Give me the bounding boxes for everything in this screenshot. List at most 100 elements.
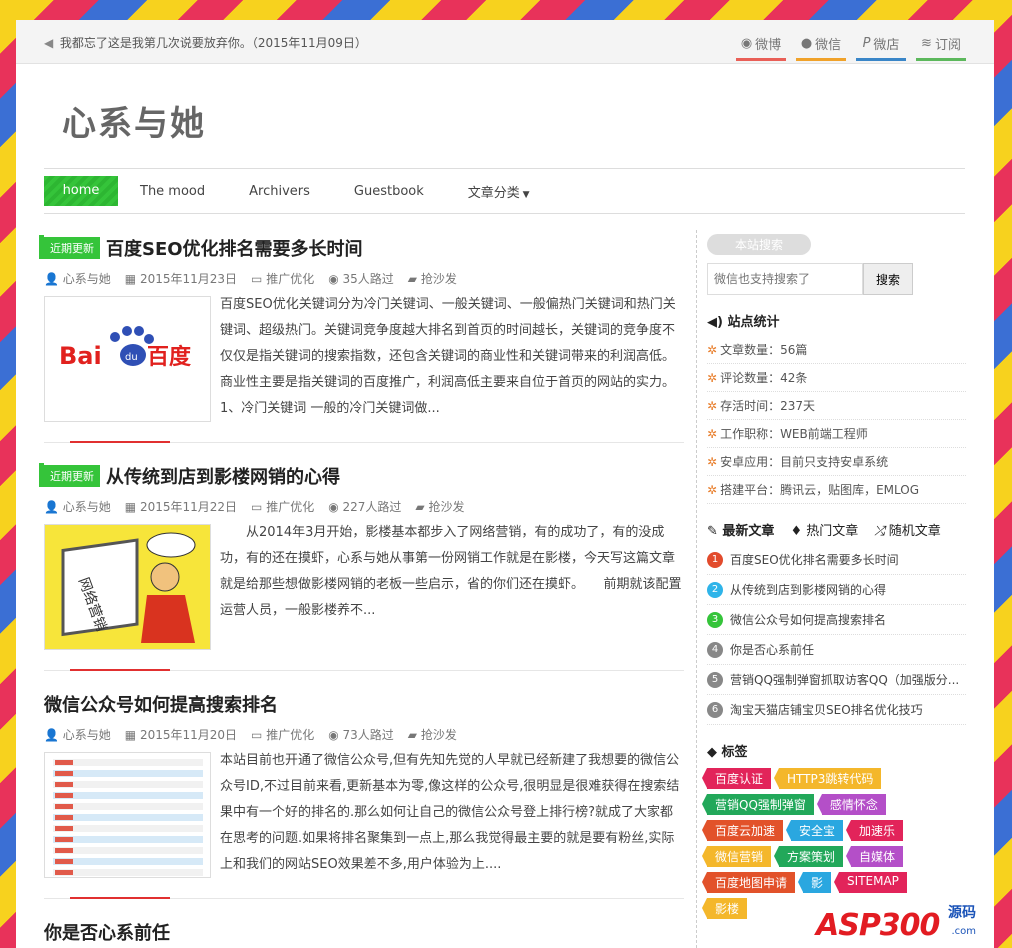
speaker-icon: ◀): [707, 315, 728, 330]
post-title[interactable]: 微信公众号如何提高搜索排名: [44, 691, 278, 717]
article-item[interactable]: 4 你是否心系前任: [707, 635, 966, 665]
meta-views-text: 73人路过: [342, 728, 394, 742]
wechat-ranking-thumbnail[interactable]: [44, 752, 211, 878]
nav-item-3[interactable]: Guestbook: [354, 184, 424, 199]
article-title[interactable]: 百度SEO优化排名需要多长时间: [730, 545, 966, 575]
tag-item[interactable]: 百度云加速: [701, 820, 784, 841]
tag-item[interactable]: 加速乐: [846, 820, 904, 841]
meta-date-text: 2015年11月20日: [139, 728, 238, 742]
social-link-0[interactable]: ◉ 微博: [736, 34, 786, 61]
search-button[interactable]: 搜索: [863, 263, 913, 295]
meta-category[interactable]: ▭ 推广优化: [251, 726, 314, 743]
stat-text: 工作职称：WEB前端工程师: [720, 427, 868, 441]
folder-icon: ▭: [251, 272, 267, 286]
meta-views: ◉ 35人路过: [328, 270, 394, 287]
search-input[interactable]: [707, 263, 863, 295]
p-icon: P: [862, 36, 871, 51]
stat-item: ✲ 安卓应用：目前只支持安卓系统: [707, 448, 966, 476]
calendar-icon: ▦: [124, 728, 140, 742]
eye-icon: ◉: [328, 272, 343, 286]
article-item[interactable]: 2 从传统到店到影楼网销的心得: [707, 575, 966, 605]
tab-0[interactable]: ✎ 最新文章: [707, 520, 774, 539]
article-item[interactable]: 5 营销QQ强制弹窗抓取访客QQ（加强版分...: [707, 665, 966, 695]
cartoon-thumbnail[interactable]: 网络营销: [44, 524, 211, 650]
meta-category[interactable]: ▭ 推广优化: [251, 270, 314, 287]
post-badge: 近期更新: [44, 465, 100, 487]
post: 近期更新 从传统到店到影楼网销的心得 👤 心系与她 ▦ 2015年11月22日 ▭ 推广…: [39, 458, 684, 686]
stat-item: ✲ 文章数量：56篇: [707, 336, 966, 364]
weibo-icon: ◉: [740, 36, 753, 51]
watermark-domain: .com: [951, 926, 976, 937]
post-title-text[interactable]: 你是否心系前任: [44, 919, 170, 945]
social-link-3[interactable]: ≋ 订阅: [916, 34, 966, 61]
tag-item[interactable]: 自媒体: [846, 846, 904, 867]
tag-item[interactable]: 营销QQ强制弹窗: [702, 794, 814, 815]
eye-icon: ◉: [328, 500, 343, 514]
meta-author: 👤 心系与她: [44, 726, 111, 743]
post-title-text[interactable]: 从传统到店到影楼网销的心得: [106, 463, 340, 489]
post-title[interactable]: 近期更新 百度SEO优化排名需要多长时间: [44, 235, 363, 261]
tag-item[interactable]: 百度地图申请: [701, 872, 796, 893]
nav-item-2[interactable]: Archivers: [249, 184, 310, 199]
tab-1[interactable]: ♦ 热门文章: [790, 520, 858, 539]
social-link-2[interactable]: P 微店: [856, 34, 906, 61]
post-title-text[interactable]: 微信公众号如何提高搜索排名: [44, 691, 278, 717]
meta-comment-text: 抢沙发: [420, 728, 457, 742]
stat-text: 评论数量：42条: [720, 371, 808, 385]
tag-item[interactable]: 百度认证: [701, 768, 772, 789]
meta-views: ◉ 227人路过: [328, 498, 401, 515]
social-link-1[interactable]: ● 微信: [796, 34, 846, 61]
social-label: 微信: [815, 38, 842, 53]
article-number: 1: [707, 551, 723, 568]
post-title-text[interactable]: 百度SEO优化排名需要多长时间: [106, 235, 363, 261]
user-icon: 👤: [44, 272, 63, 286]
post-title[interactable]: 近期更新 从传统到店到影楼网销的心得: [44, 463, 340, 489]
article-item[interactable]: 6 淘宝天猫店铺宝贝SEO排名优化技巧: [707, 695, 966, 725]
gear-icon: ✲: [707, 371, 718, 385]
post-separator: [44, 441, 684, 443]
tag-item[interactable]: 感情怀念: [816, 794, 886, 815]
svg-text:Bai: Bai: [59, 342, 102, 370]
nav-dropdown[interactable]: 文章分类 ▼: [468, 182, 530, 201]
nav-item-1[interactable]: The mood: [140, 184, 205, 199]
folder-icon: ▭: [251, 500, 267, 514]
shuffle-icon: ⤮: [874, 524, 889, 539]
tag-item[interactable]: 影: [798, 872, 832, 893]
baidu-logo-thumbnail[interactable]: Bai du 百度: [44, 296, 211, 422]
tag-item[interactable]: HTTP3跳转代码: [773, 768, 882, 789]
tag-item[interactable]: 微信营销: [701, 846, 772, 867]
nav-item-0[interactable]: home: [44, 176, 118, 206]
meta-comment[interactable]: ▰ 抢沙发: [408, 270, 457, 287]
watermark: ASP300 源码 .com: [816, 896, 976, 948]
meta-author: 👤 心系与她: [44, 498, 111, 515]
article-item[interactable]: 1 百度SEO优化排名需要多长时间: [707, 545, 966, 575]
post-separator: [44, 669, 684, 671]
meta-category-text: 推广优化: [266, 728, 315, 742]
article-title[interactable]: 微信公众号如何提高搜索排名: [730, 605, 966, 635]
article-number: 5: [707, 671, 723, 688]
article-title[interactable]: 淘宝天猫店铺宝贝SEO排名优化技巧: [730, 695, 966, 725]
article-item[interactable]: 3 微信公众号如何提高搜索排名: [707, 605, 966, 635]
tag-item[interactable]: SITEMAP: [834, 872, 907, 893]
tag-icon: ◆: [707, 745, 722, 760]
comment-icon: ▰: [407, 272, 421, 286]
tag-item[interactable]: 影楼: [701, 898, 748, 919]
tab-label: 热门文章: [806, 524, 859, 539]
tab-2[interactable]: ⤮ 随机文章: [874, 520, 941, 539]
tag-item[interactable]: 方案策划: [774, 846, 844, 867]
meta-views-text: 35人路过: [342, 272, 394, 286]
site-logo[interactable]: 心系与她: [62, 96, 206, 145]
meta-comment[interactable]: ▰ 抢沙发: [415, 498, 464, 515]
post-meta: 👤 心系与她 ▦ 2015年11月23日 ▭ 推广优化 ◉ 35人路过 ▰ 抢沙发: [44, 270, 457, 287]
post-title[interactable]: 你是否心系前任: [44, 919, 170, 945]
article-title[interactable]: 营销QQ强制弹窗抓取访客QQ（加强版分...: [730, 665, 966, 695]
tag-item[interactable]: 安全宝: [786, 820, 844, 841]
article-title[interactable]: 从传统到店到影楼网销的心得: [730, 575, 966, 605]
stat-item: ✲ 搭建平台：腾讯云，贴图库，EMLOG: [707, 476, 966, 504]
gear-icon: ✲: [707, 399, 718, 413]
watermark-suffix: 源码: [948, 905, 976, 921]
meta-category[interactable]: ▭ 推广优化: [251, 498, 314, 515]
meta-comment[interactable]: ▰ 抢沙发: [408, 726, 457, 743]
article-title[interactable]: 你是否心系前任: [730, 635, 966, 665]
user-icon: 👤: [44, 728, 63, 742]
